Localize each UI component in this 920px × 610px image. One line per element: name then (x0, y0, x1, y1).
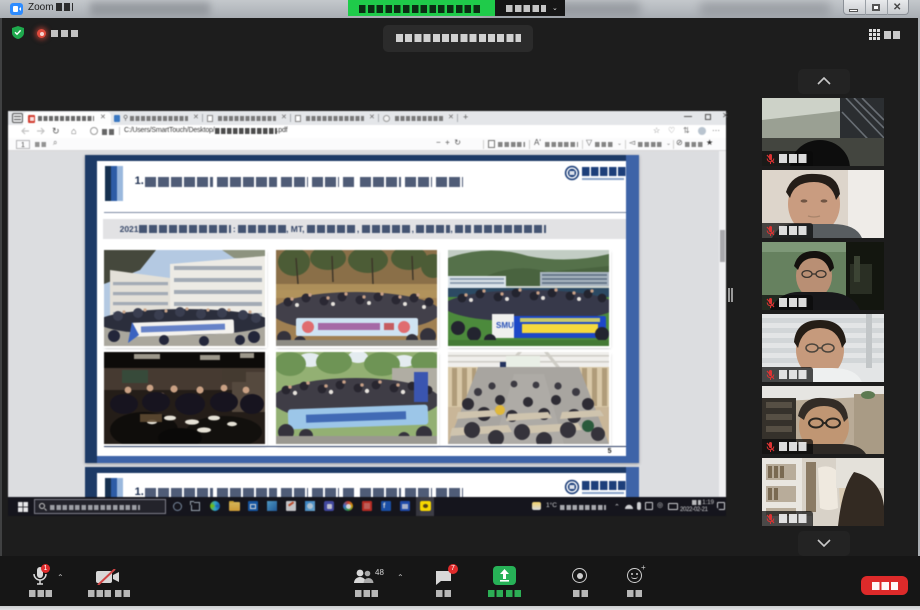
svg-text:SMU: SMU (496, 321, 514, 330)
